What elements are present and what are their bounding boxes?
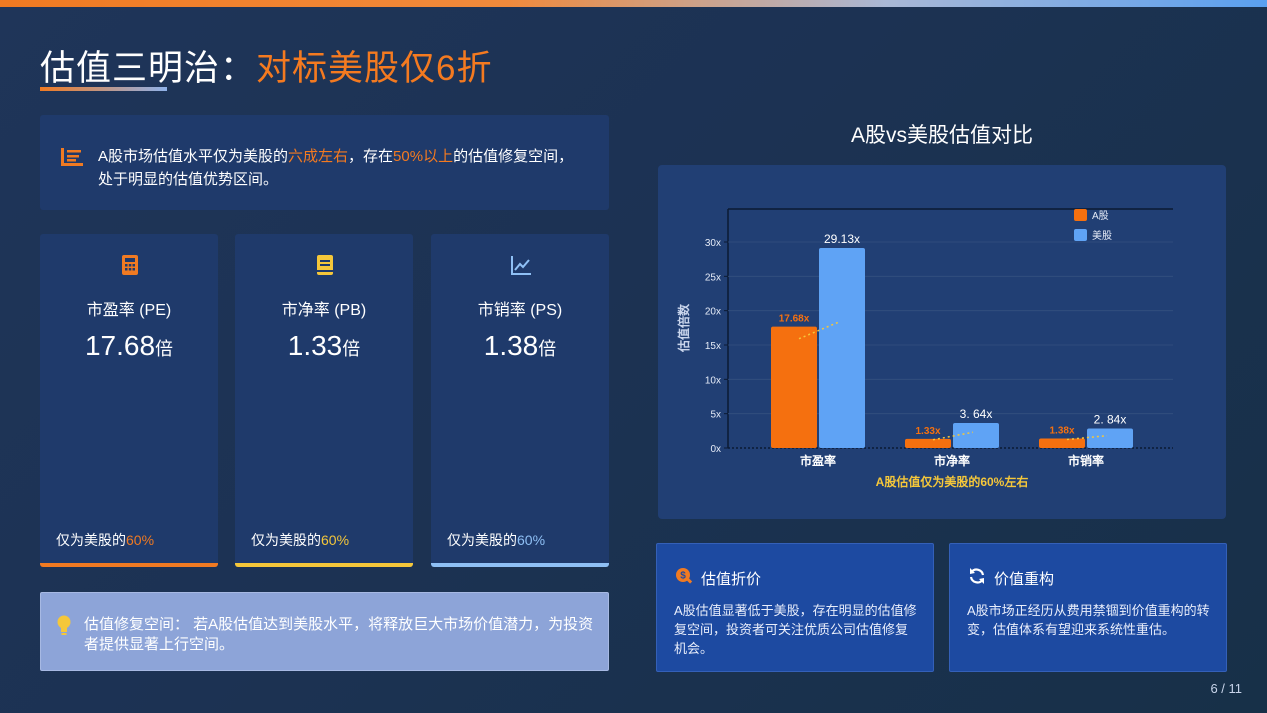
- metric-value: 1.38倍: [483, 330, 557, 361]
- bar-us-share: [819, 247, 865, 448]
- feature-discount: $ 估值折价 A股估值显著低于美股，存在明显的估值修复空间，投资者可关注优质公司…: [656, 543, 934, 672]
- search-money-icon: $: [676, 568, 693, 584]
- y-tick-label: 25x: [705, 272, 721, 283]
- highlight-sixty: 六成左右: [288, 148, 349, 165]
- line-chart-icon: [511, 256, 531, 275]
- feature-text: A股市场正经历从费用禁锢到价值重构的转变，估值体系有望迎来系统性重估。: [967, 603, 1210, 637]
- y-tick-label: 0x: [710, 444, 721, 455]
- metric-label: 市销率 (PS): [477, 302, 563, 319]
- feature-revalue: 价值重构 A股市场正经历从费用禁锢到价值重构的转变，估值体系有望迎来系统性重估。: [949, 543, 1227, 672]
- legend-swatch: [1074, 209, 1087, 221]
- metric-value: 17.68倍: [84, 330, 174, 361]
- bar-us-share: [1087, 428, 1133, 448]
- page-title-main: 估值三明治：: [40, 49, 257, 88]
- card-accent-line: [235, 563, 413, 567]
- legend-swatch: [1074, 229, 1087, 241]
- bar-us-share: [953, 423, 999, 448]
- tip-text: 估值修复空间： 若A股估值达到美股水平，将释放巨大市场价值潜力，为投资者提供显著…: [84, 616, 594, 653]
- x-category-label: 市盈率: [800, 453, 836, 468]
- metric-note: 仅为美股的60%: [56, 532, 155, 548]
- lightbulb-icon: [57, 615, 71, 635]
- page-number: 6 / 11: [1210, 681, 1242, 696]
- bar-a-share: [905, 438, 951, 448]
- y-tick-label: 20x: [705, 307, 721, 318]
- y-tick-label: 30x: [705, 238, 721, 249]
- book-icon: [317, 255, 333, 275]
- bar-value-label: 1.38x: [1049, 426, 1074, 437]
- feature-title: 估值折价: [701, 571, 762, 588]
- metric-note: 仅为美股的60%: [251, 532, 350, 548]
- legend-label: A股: [1092, 210, 1109, 222]
- card-accent-line: [431, 563, 609, 567]
- metric-card-ps: 市销率 (PS) 1.38倍 仅为美股的60%: [431, 234, 609, 567]
- bar-value-label: 3. 64x: [960, 407, 993, 421]
- bar-value-label: 1.33x: [915, 426, 940, 437]
- title-underline: [40, 87, 167, 91]
- refresh-icon: [969, 568, 985, 584]
- card-accent-line: [40, 563, 218, 567]
- metric-card-pe: 市盈率 (PE) 17.68倍 仅为美股的60%: [40, 234, 218, 567]
- summary-box: A股市场估值水平仅为美股的六成左右，存在50%以上的估值修复空间，处于明显的估值…: [40, 115, 609, 210]
- chart-panel: 0x 5x 10x 15x 20x 25x 30x 17.68x 29.13x 市盈率 1.33x 3…: [658, 165, 1226, 519]
- bar-chart: 0x 5x 10x 15x 20x 25x 30x 17.68x 29.13x 市盈率 1.33x 3…: [676, 208, 1173, 489]
- feature-title: 价值重构: [994, 571, 1055, 588]
- metric-label: 市盈率 (PE): [86, 302, 172, 319]
- summary-text: A股市场估值水平仅为美股的六成左右，存在50%以上的估值修复空间，处于明显的估值…: [98, 148, 574, 188]
- x-category-label: 市销率: [1068, 453, 1104, 468]
- list-chart-icon: [61, 148, 83, 166]
- calculator-icon: [122, 255, 138, 275]
- bar-a-share: [771, 326, 817, 448]
- page-title: 估值三明治：对标美股仅6折: [40, 40, 492, 91]
- y-tick-label: 5x: [710, 410, 721, 421]
- chart-title: A股vs美股估值对比: [850, 124, 1033, 147]
- bar-value-label: 17.68x: [779, 314, 810, 325]
- y-axis-label: 估值倍数: [676, 303, 691, 353]
- tip-box: 估值修复空间： 若A股估值达到美股水平，将释放巨大市场价值潜力，为投资者提供显著…: [40, 592, 609, 671]
- x-category-label: 市净率: [934, 453, 970, 468]
- svg-text:$: $: [680, 571, 686, 582]
- feature-text: A股估值显著低于美股，存在明显的估值修复空间，投资者可关注优质公司估值修复机会。: [674, 603, 917, 656]
- top-accent-bar: [0, 0, 1267, 7]
- bar-a-share: [1039, 438, 1085, 448]
- metric-card-pb: 市净率 (PB) 1.33倍 仅为美股的60%: [235, 234, 413, 567]
- x-axis-label: A股估值仅为美股的60%左右: [876, 474, 1029, 489]
- legend-label: 美股: [1092, 229, 1112, 242]
- bar-value-label: 2. 84x: [1094, 412, 1127, 426]
- metric-value: 1.33倍: [287, 330, 361, 361]
- metric-note: 仅为美股的60%: [447, 532, 546, 548]
- y-tick-label: 15x: [705, 341, 721, 352]
- highlight-fifty: 50%以上: [393, 148, 454, 165]
- bar-value-label: 29.13x: [824, 232, 860, 246]
- metric-label: 市净率 (PB): [281, 302, 367, 319]
- y-tick-label: 10x: [705, 375, 721, 386]
- page-title-accent: 对标美股仅6折: [256, 49, 493, 88]
